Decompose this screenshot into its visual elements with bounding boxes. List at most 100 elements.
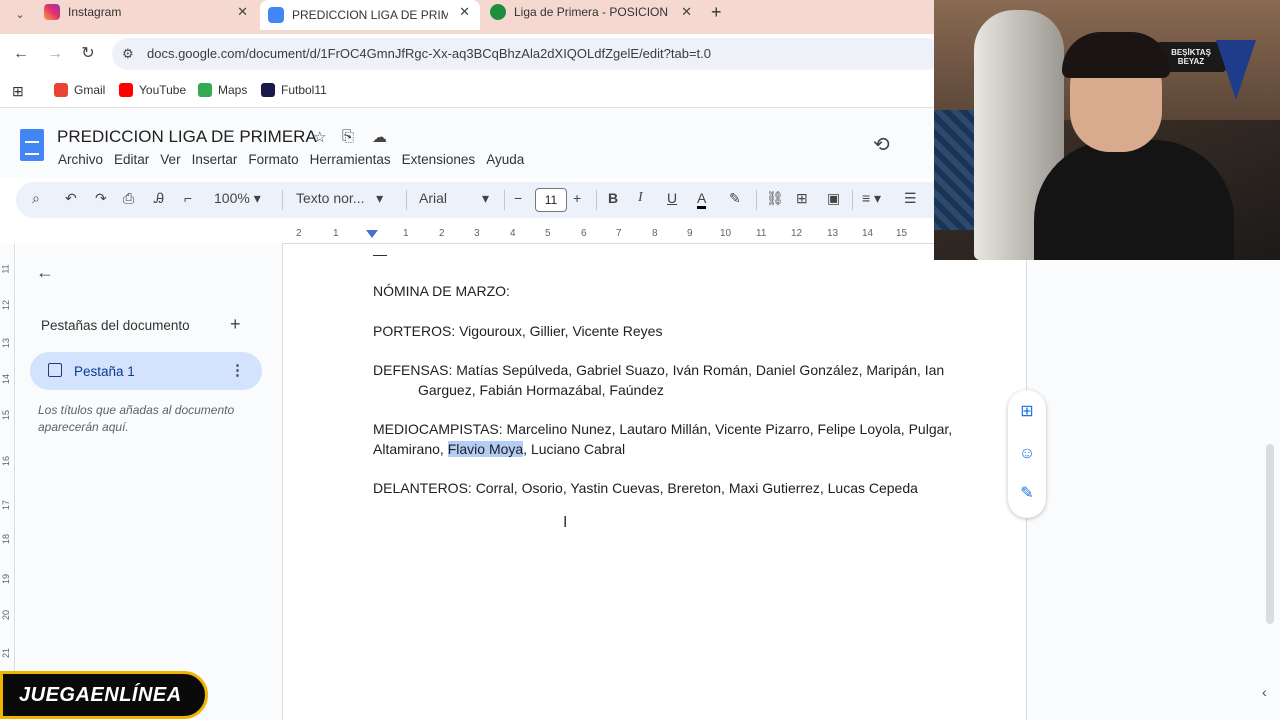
vertical-ruler: 11 12 13 14 15 16 17 18 19 20 21 bbox=[0, 244, 15, 720]
tab-title: Instagram bbox=[68, 5, 122, 19]
add-comment-icon[interactable]: ⊞ bbox=[796, 190, 808, 207]
paragraph-delanteros[interactable]: DELANTEROS: Corral, Osorio, Yastin Cueva… bbox=[373, 478, 953, 498]
bookmark-futbol11[interactable]: Futbol11 bbox=[261, 83, 327, 97]
decrease-font-size-icon[interactable]: − bbox=[514, 190, 522, 206]
docs-logo-icon[interactable] bbox=[20, 129, 44, 161]
version-history-icon[interactable]: ⟲ bbox=[873, 132, 890, 157]
highlight-icon[interactable]: ✎ bbox=[729, 190, 741, 207]
paint-format-icon[interactable]: ⌐ bbox=[184, 190, 192, 206]
ruler-tick: 13 bbox=[827, 228, 839, 239]
heading-nomina[interactable]: NÓMINA DE MARZO: bbox=[373, 281, 953, 301]
divider bbox=[406, 190, 407, 210]
tab-search-chevron-icon[interactable]: ⌄ bbox=[12, 8, 28, 24]
add-tab-icon[interactable]: + bbox=[230, 314, 241, 335]
bookmark-youtube[interactable]: YouTube bbox=[119, 83, 186, 97]
medio-text-end: , Luciano Cabral bbox=[523, 441, 626, 457]
vruler-tick: 15 bbox=[1, 409, 12, 421]
back-icon[interactable]: ← bbox=[11, 44, 31, 64]
cloud-saved-icon[interactable]: ☁ bbox=[372, 128, 387, 146]
line-spacing-icon[interactable]: ☰ bbox=[904, 190, 917, 207]
paragraph-defensas[interactable]: DEFENSAS: Matías Sepúlveda, Gabriel Suaz… bbox=[373, 360, 953, 400]
insert-link-icon[interactable]: ⛓ bbox=[766, 190, 784, 207]
spellcheck-icon[interactable]: Ꭿ bbox=[154, 190, 164, 207]
menu-insertar[interactable]: Insertar bbox=[192, 152, 238, 167]
apps-grid-icon[interactable]: ⊞ bbox=[12, 83, 24, 100]
menu-editar[interactable]: Editar bbox=[114, 152, 149, 167]
divider bbox=[596, 190, 597, 210]
document-title[interactable]: PREDICCION LIGA DE PRIMERA bbox=[57, 127, 317, 147]
print-icon[interactable]: ⎙ bbox=[123, 190, 134, 207]
bookmark-label: Maps bbox=[218, 83, 248, 97]
separator-dash: — bbox=[373, 246, 387, 262]
indent-marker[interactable] bbox=[366, 230, 378, 238]
sidebar-title: Pestañas del documento bbox=[41, 318, 190, 333]
bookmark-gmail[interactable]: Gmail bbox=[54, 83, 105, 97]
scrollbar[interactable] bbox=[1266, 444, 1274, 624]
ruler-tick: 3 bbox=[474, 228, 480, 239]
redo-icon[interactable]: ↷ bbox=[95, 190, 107, 207]
star-icon[interactable]: ☆ bbox=[313, 128, 326, 146]
reload-icon[interactable]: ↻ bbox=[78, 44, 98, 64]
ruler-tick: 2 bbox=[439, 228, 445, 239]
paragraph-porteros[interactable]: PORTEROS: Vigouroux, Gillier, Vicente Re… bbox=[373, 321, 953, 341]
more-options-icon[interactable]: ⋮ bbox=[230, 361, 245, 379]
text-cursor-icon: I bbox=[563, 514, 568, 531]
ruler-tick: 1 bbox=[333, 228, 339, 239]
paragraph-mediocampistas[interactable]: MEDIOCAMPISTAS: Marcelino Nunez, Lautaro… bbox=[373, 419, 953, 459]
menu-archivo[interactable]: Archivo bbox=[58, 152, 103, 167]
tab-sheets[interactable]: Liga de Primera - POSICIONES, ✕ bbox=[482, 0, 702, 24]
address-bar[interactable]: ⚙ docs.google.com/document/d/1FrOC4GmnJf… bbox=[112, 38, 942, 70]
bold-icon[interactable]: B bbox=[608, 190, 618, 206]
undo-icon[interactable]: ↶ bbox=[65, 190, 77, 207]
tab-instagram[interactable]: Instagram ✕ bbox=[36, 0, 258, 24]
zoom-select[interactable]: 100% ▾ bbox=[214, 190, 261, 207]
menu-extensiones[interactable]: Extensiones bbox=[402, 152, 476, 167]
document-page[interactable]: — NÓMINA DE MARZO: PORTEROS: Vigouroux, … bbox=[282, 244, 1027, 720]
menu-herramientas[interactable]: Herramientas bbox=[310, 152, 391, 167]
italic-icon[interactable]: I bbox=[638, 190, 643, 206]
close-tab-icon[interactable]: ✕ bbox=[681, 4, 692, 20]
close-tab-icon[interactable]: ✕ bbox=[459, 4, 470, 20]
search-menus-icon[interactable]: ⌕ bbox=[32, 190, 40, 207]
font-size-input[interactable]: 11 bbox=[535, 188, 567, 212]
close-sidebar-arrow-icon[interactable]: ← bbox=[36, 262, 54, 283]
channel-logo-text: JUEGAENLÍNEA bbox=[19, 684, 182, 706]
increase-font-size-icon[interactable]: + bbox=[573, 190, 581, 206]
menu-formato[interactable]: Formato bbox=[248, 152, 298, 167]
channel-logo: JUEGAENLÍNEA bbox=[0, 671, 208, 719]
bookmark-label: Futbol11 bbox=[281, 83, 327, 97]
style-select[interactable]: Texto nor... ▾ bbox=[296, 190, 383, 207]
close-tab-icon[interactable]: ✕ bbox=[237, 4, 248, 20]
move-folder-icon[interactable]: ⎘ bbox=[342, 128, 354, 145]
insert-image-icon[interactable]: ▣ bbox=[827, 190, 840, 207]
style-value: Texto nor... bbox=[296, 190, 365, 206]
text-color-icon[interactable]: A bbox=[697, 190, 707, 209]
divider bbox=[756, 190, 757, 210]
suggest-edit-icon[interactable]: ✎ bbox=[1017, 484, 1037, 504]
sheets-icon bbox=[490, 4, 506, 20]
tab-docs[interactable]: PREDICCION LIGA DE PRIMERA ✕ bbox=[260, 0, 480, 30]
instagram-icon bbox=[44, 4, 60, 20]
forward-icon[interactable]: → bbox=[45, 44, 65, 64]
sidebar-item-pestana-1[interactable]: Pestaña 1 ⋮ bbox=[30, 352, 262, 390]
align-icon[interactable]: ≡ ▾ bbox=[862, 190, 881, 207]
webcam-pennant bbox=[1216, 40, 1256, 100]
expand-panel-chevron-icon[interactable]: ‹ bbox=[1262, 684, 1267, 700]
underline-icon[interactable]: U bbox=[667, 190, 677, 206]
document-tabs-sidebar: ← Pestañas del documento + Pestaña 1 ⋮ L… bbox=[16, 244, 281, 720]
selected-text[interactable]: Flavio Moya bbox=[447, 441, 524, 457]
menu-ayuda[interactable]: Ayuda bbox=[486, 152, 524, 167]
menu-ver[interactable]: Ver bbox=[160, 152, 180, 167]
site-info-icon[interactable]: ⚙ bbox=[122, 46, 134, 62]
floating-action-bar: ⊞ ☺ ✎ bbox=[1008, 390, 1046, 518]
url-text: docs.google.com/document/d/1FrOC4GmnJfRg… bbox=[147, 46, 711, 61]
docs-icon bbox=[268, 7, 284, 23]
add-reaction-icon[interactable]: ☺ bbox=[1017, 444, 1037, 464]
zoom-value: 100% bbox=[214, 190, 250, 206]
horizontal-ruler: 2 1 1 2 3 4 5 6 7 8 9 10 11 12 13 14 15 bbox=[282, 224, 942, 244]
ruler-tick: 14 bbox=[862, 228, 874, 239]
add-comment-icon[interactable]: ⊞ bbox=[1017, 402, 1037, 422]
new-tab-icon[interactable]: + bbox=[711, 2, 722, 23]
bookmark-maps[interactable]: Maps bbox=[198, 83, 247, 97]
font-select[interactable]: Arial ▾ bbox=[419, 190, 489, 207]
